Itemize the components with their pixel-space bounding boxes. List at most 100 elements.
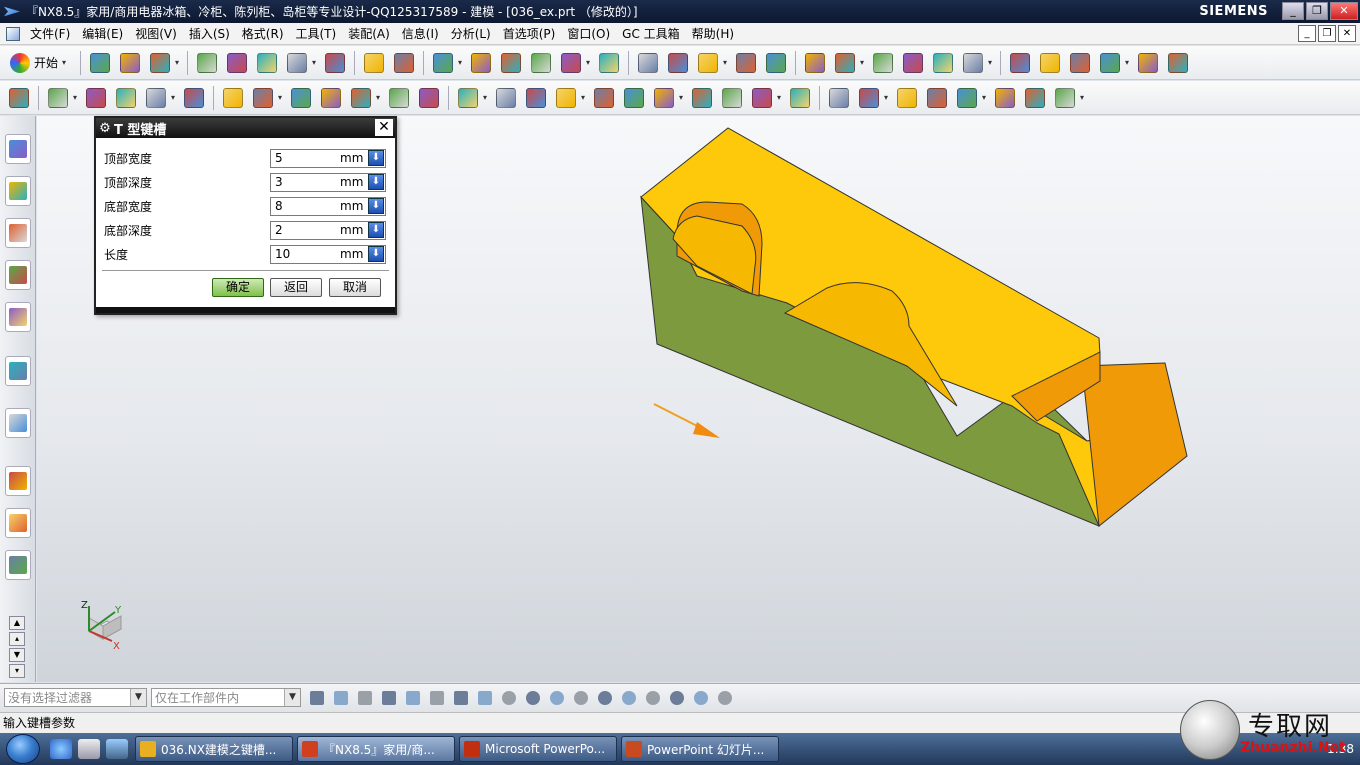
param-input[interactable]: 5 mm ⬇ bbox=[270, 148, 386, 168]
doc-close-button[interactable]: ✕ bbox=[1338, 25, 1356, 42]
thicken-icon[interactable] bbox=[826, 85, 852, 111]
redo-icon[interactable] bbox=[322, 50, 348, 76]
scroll-up-icon[interactable]: ▲ bbox=[9, 616, 25, 630]
cut-icon[interactable] bbox=[194, 50, 220, 76]
chevron-down-icon[interactable]: ▾ bbox=[723, 58, 731, 67]
reuse-library-tab[interactable] bbox=[5, 260, 31, 290]
arrow-down-icon[interactable]: ⬇ bbox=[368, 174, 384, 190]
start-button[interactable]: 开始 ▾ bbox=[4, 52, 76, 73]
new-file-icon[interactable] bbox=[87, 50, 113, 76]
view-triad-icon[interactable] bbox=[1037, 50, 1063, 76]
paste-icon[interactable] bbox=[254, 50, 280, 76]
datum-axis-icon[interactable] bbox=[416, 85, 442, 111]
intersection-icon[interactable] bbox=[571, 688, 591, 708]
snap-icon[interactable] bbox=[691, 688, 711, 708]
point-on-curve-icon[interactable] bbox=[643, 688, 663, 708]
undo-icon[interactable] bbox=[284, 50, 310, 76]
chevron-down-icon[interactable]: ▾ bbox=[982, 93, 990, 102]
doc-restore-button[interactable]: ❐ bbox=[1318, 25, 1336, 42]
mid-point-icon[interactable] bbox=[523, 688, 543, 708]
end-point-icon[interactable] bbox=[499, 688, 519, 708]
constraint-navigator-tab[interactable] bbox=[5, 176, 31, 206]
feature-group-icon[interactable] bbox=[331, 688, 351, 708]
trim-body-icon[interactable] bbox=[719, 85, 745, 111]
param-value[interactable]: 10 bbox=[271, 247, 340, 261]
menu-tools[interactable]: 工具(T) bbox=[290, 25, 343, 42]
extrude-icon[interactable] bbox=[45, 85, 71, 111]
roles-tab[interactable] bbox=[5, 508, 31, 538]
shell-icon[interactable] bbox=[621, 85, 647, 111]
param-input[interactable]: 10 mm ⬇ bbox=[270, 244, 386, 264]
revolve-icon[interactable] bbox=[83, 85, 109, 111]
control-point-icon[interactable] bbox=[547, 688, 567, 708]
param-input[interactable]: 8 mm ⬇ bbox=[270, 196, 386, 216]
scroll-bottom-icon[interactable]: ▾ bbox=[9, 664, 25, 678]
direction-arrow-icon[interactable] bbox=[693, 422, 720, 438]
doc-minimize-button[interactable]: _ bbox=[1298, 25, 1316, 42]
chevron-down-icon[interactable]: ▾ bbox=[458, 58, 466, 67]
analysis-icon[interactable] bbox=[832, 50, 858, 76]
unite-icon[interactable] bbox=[455, 85, 481, 111]
through-curves-icon[interactable] bbox=[954, 85, 980, 111]
ok-button[interactable]: 确定 bbox=[212, 278, 264, 297]
view-orient-icon[interactable] bbox=[361, 50, 387, 76]
chevron-down-icon[interactable]: ▾ bbox=[171, 93, 179, 102]
hd3d-tools-tab[interactable] bbox=[5, 302, 31, 332]
menu-insert[interactable]: 插入(S) bbox=[183, 25, 236, 42]
block-icon[interactable] bbox=[113, 85, 139, 111]
save-icon[interactable] bbox=[147, 50, 173, 76]
nx-app-icon[interactable] bbox=[4, 6, 20, 17]
menu-information[interactable]: 信息(I) bbox=[396, 25, 445, 42]
center-icon[interactable] bbox=[595, 688, 615, 708]
sheet-icon[interactable] bbox=[960, 50, 986, 76]
menu-gc-toolkit[interactable]: GC 工具箱 bbox=[616, 25, 686, 42]
chevron-down-icon[interactable]: ▾ bbox=[1125, 58, 1133, 67]
param-value[interactable]: 2 bbox=[271, 223, 340, 237]
hide-icon[interactable] bbox=[1067, 50, 1093, 76]
wrap-icon[interactable] bbox=[1052, 85, 1078, 111]
ruler-icon[interactable] bbox=[1007, 50, 1033, 76]
filter-settings-icon[interactable] bbox=[307, 688, 327, 708]
chevron-down-icon[interactable]: ▾ bbox=[884, 93, 892, 102]
process-studio-tab[interactable] bbox=[5, 466, 31, 496]
selection-intent-icon[interactable] bbox=[355, 688, 375, 708]
windows-start-orb[interactable] bbox=[6, 734, 40, 764]
wcs-icon[interactable] bbox=[733, 50, 759, 76]
arrow-down-icon[interactable]: ⬇ bbox=[368, 246, 384, 262]
section-view-icon[interactable] bbox=[528, 50, 554, 76]
reference-icon[interactable] bbox=[1097, 50, 1123, 76]
param-value[interactable]: 8 bbox=[271, 199, 340, 213]
chevron-down-icon[interactable]: ▾ bbox=[1080, 93, 1088, 102]
select-cursor-icon[interactable] bbox=[665, 50, 691, 76]
chevron-down-icon[interactable]: ▾ bbox=[679, 93, 687, 102]
point-on-surface-icon[interactable] bbox=[667, 688, 687, 708]
gear-icon[interactable]: ⚙ bbox=[96, 121, 114, 136]
history-tab[interactable] bbox=[5, 408, 31, 438]
assembly-navigator-tab[interactable] bbox=[5, 134, 31, 164]
chevron-down-icon[interactable]: ▾ bbox=[777, 93, 785, 102]
pocket-icon[interactable] bbox=[250, 85, 276, 111]
info-icon[interactable] bbox=[1135, 50, 1161, 76]
perspective-icon[interactable] bbox=[558, 50, 584, 76]
grid-icon[interactable] bbox=[715, 688, 735, 708]
taskbar-item[interactable]: 036.NX建模之键槽... bbox=[135, 736, 293, 762]
chevron-down-icon[interactable]: ▾ bbox=[586, 58, 594, 67]
menu-format[interactable]: 格式(R) bbox=[236, 25, 290, 42]
bounded-plane-icon[interactable] bbox=[992, 85, 1018, 111]
type-filter-dropdown[interactable]: 没有选择过滤器 ▼ bbox=[4, 688, 147, 707]
extract-icon[interactable] bbox=[1022, 85, 1048, 111]
menu-help[interactable]: 帮助(H) bbox=[686, 25, 740, 42]
param-value[interactable]: 5 bbox=[271, 151, 340, 165]
surface-icon[interactable] bbox=[894, 85, 920, 111]
end-face[interactable] bbox=[1081, 362, 1188, 527]
scroll-down-icon[interactable]: ▼ bbox=[9, 648, 25, 662]
shaded-view-icon[interactable] bbox=[468, 50, 494, 76]
menu-window[interactable]: 窗口(O) bbox=[561, 25, 616, 42]
param-value[interactable]: 3 bbox=[271, 175, 340, 189]
subtract-icon[interactable] bbox=[493, 85, 519, 111]
layer-settings-icon[interactable] bbox=[930, 50, 956, 76]
quadrant-icon[interactable] bbox=[619, 688, 639, 708]
taskbar-item[interactable]: PowerPoint 幻灯片... bbox=[621, 736, 779, 762]
chevron-down-icon[interactable]: ▾ bbox=[278, 93, 286, 102]
cube-view-icon[interactable] bbox=[498, 50, 524, 76]
